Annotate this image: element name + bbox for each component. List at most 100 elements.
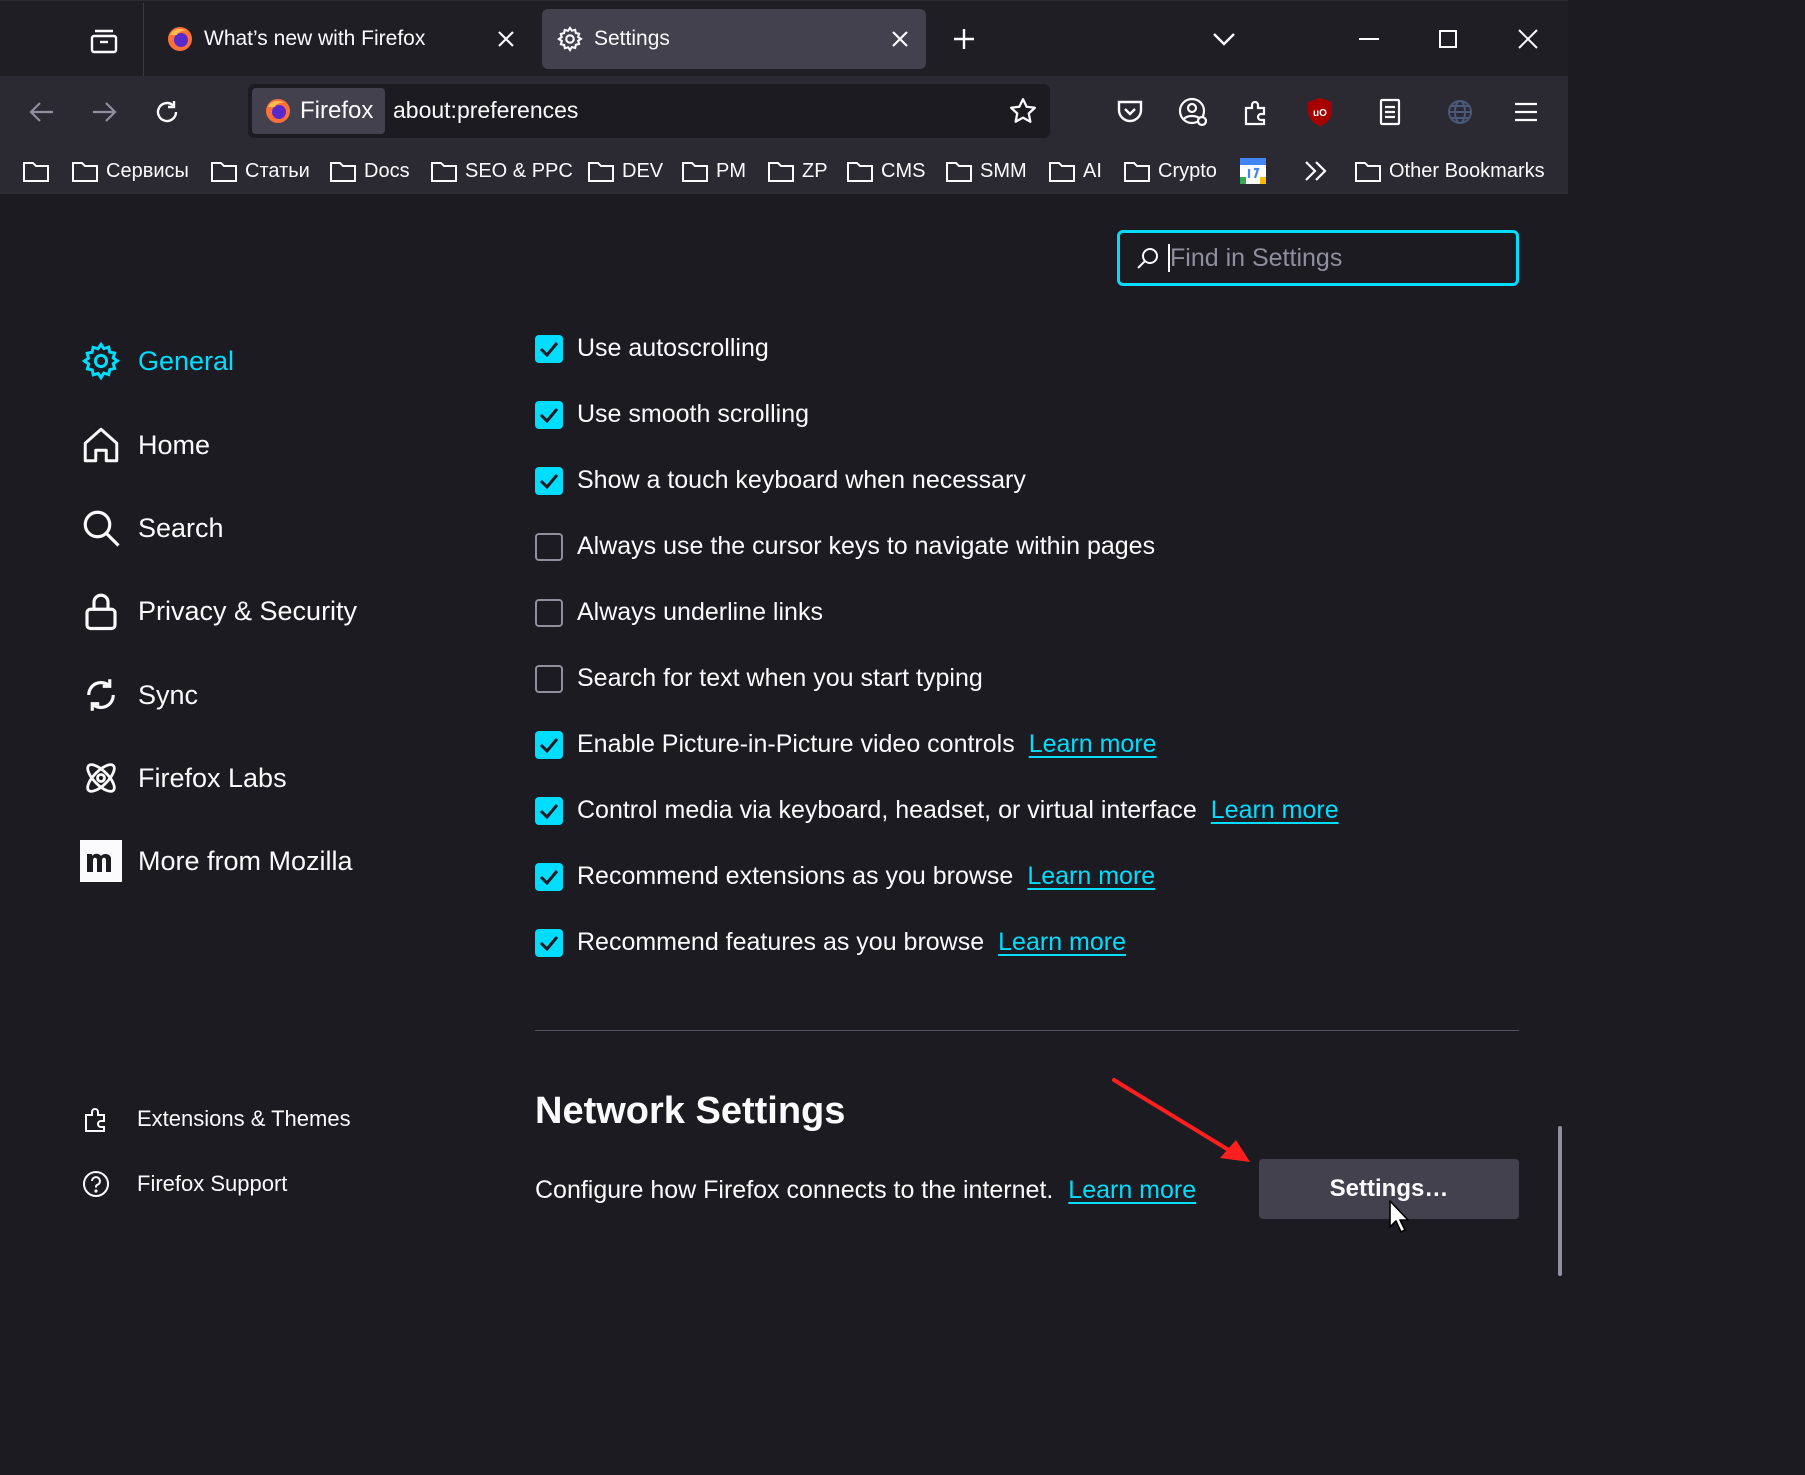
bookmark-star-button[interactable]: [1008, 96, 1038, 126]
bookmark-folder[interactable]: Crypto: [1123, 156, 1217, 186]
maximize-button[interactable]: [1428, 19, 1468, 59]
minimize-button[interactable]: [1349, 19, 1389, 59]
extensions-themes-link[interactable]: Extensions & Themes: [82, 1104, 351, 1134]
account-icon: [1178, 97, 1208, 127]
svg-text:uO: uO: [1313, 108, 1327, 119]
bookmark-folder[interactable]: Docs: [329, 156, 410, 186]
checkbox-checked[interactable]: [535, 796, 563, 825]
bookmark-folder[interactable]: PM: [681, 156, 746, 186]
option-recommend-extensions[interactable]: Recommend extensions as you browse Learn…: [535, 862, 1155, 891]
plus-icon: [954, 29, 974, 49]
firefox-view-button[interactable]: [86, 23, 122, 59]
minimize-icon: [1359, 38, 1379, 40]
bookmark-label: Crypto: [1158, 159, 1217, 182]
close-tab-button[interactable]: [888, 27, 912, 51]
forward-button[interactable]: [84, 92, 124, 132]
bookmark-folder[interactable]: Сервисы: [71, 156, 189, 186]
checkbox-checked[interactable]: [535, 862, 563, 891]
checkbox-checked[interactable]: [535, 730, 563, 759]
back-button[interactable]: [22, 92, 62, 132]
close-tab-button[interactable]: [494, 27, 518, 51]
ublock-origin-button[interactable]: uO: [1300, 92, 1340, 132]
translate-button[interactable]: [1440, 92, 1480, 132]
category-home[interactable]: Home: [80, 424, 210, 466]
pocket-button[interactable]: [1110, 92, 1150, 132]
learn-more-link[interactable]: Learn more: [1027, 862, 1155, 891]
category-sync[interactable]: Sync: [80, 674, 198, 716]
folder-icon: [1124, 162, 1150, 182]
option-picture-in-picture[interactable]: Enable Picture-in-Picture video controls…: [535, 730, 1157, 759]
bookmark-label: Docs: [364, 159, 410, 182]
option-underline-links[interactable]: Always underline links: [535, 598, 823, 627]
bookmark-folder[interactable]: [22, 156, 50, 186]
account-button[interactable]: [1173, 92, 1213, 132]
other-bookmarks-folder[interactable]: Other Bookmarks: [1354, 156, 1545, 186]
option-touch-keyboard[interactable]: Show a touch keyboard when necessary: [535, 466, 1026, 495]
folder-icon: [682, 162, 708, 182]
bookmark-folder[interactable]: ZP: [767, 156, 828, 186]
folder-icon: [768, 162, 794, 182]
option-recommend-features[interactable]: Recommend features as you browse Learn m…: [535, 928, 1126, 957]
labs-atom-icon: [86, 763, 116, 793]
checkbox-checked[interactable]: [535, 334, 563, 363]
learn-more-link[interactable]: Learn more: [1029, 730, 1157, 759]
checkbox-unchecked[interactable]: [535, 598, 563, 627]
option-smooth-scrolling[interactable]: Use smooth scrolling: [535, 400, 809, 429]
reload-button[interactable]: [147, 92, 187, 132]
checkbox-unchecked[interactable]: [535, 664, 563, 693]
folder-icon: [72, 162, 98, 182]
category-search[interactable]: Search: [80, 507, 224, 549]
firefox-logo-icon: [168, 27, 192, 51]
bookmark-folder[interactable]: SMM: [945, 156, 1027, 186]
option-cursor-keys[interactable]: Always use the cursor keys to navigate w…: [535, 532, 1155, 561]
learn-more-link[interactable]: Learn more: [1068, 1176, 1196, 1204]
checkbox-checked[interactable]: [535, 466, 563, 495]
learn-more-link[interactable]: Learn more: [998, 928, 1126, 957]
puzzle-icon: [1244, 100, 1266, 126]
option-media-keys[interactable]: Control media via keyboard, headset, or …: [535, 796, 1339, 825]
maximize-icon: [1439, 30, 1457, 48]
arrow-right-icon: [93, 102, 117, 122]
category-more-from-mozilla[interactable]: More from Mozilla: [80, 840, 353, 882]
scrollbar-thumb[interactable]: [1558, 1126, 1562, 1276]
category-label: Home: [138, 429, 211, 460]
option-autoscrolling[interactable]: Use autoscrolling: [535, 334, 769, 363]
list-all-tabs-button[interactable]: [1204, 19, 1244, 59]
category-label: Search: [138, 512, 224, 543]
new-tab-button[interactable]: [944, 19, 984, 59]
firefox-support-link[interactable]: Firefox Support: [82, 1170, 287, 1198]
checkbox-checked[interactable]: [535, 400, 563, 429]
bookmark-calendar[interactable]: [1239, 156, 1267, 186]
tab-settings[interactable]: Settings: [542, 9, 926, 69]
bookmark-label: Other Bookmarks: [1389, 159, 1545, 182]
category-label: More from Mozilla: [138, 845, 353, 876]
find-in-settings-input[interactable]: Find in Settings: [1117, 230, 1519, 286]
bookmark-folder[interactable]: SEO & PPC: [430, 156, 573, 186]
app-menu-button[interactable]: [1506, 92, 1546, 132]
identity-box[interactable]: Firefox: [252, 88, 386, 134]
tab-label: Settings: [594, 27, 670, 50]
category-privacy[interactable]: Privacy & Security: [80, 590, 357, 632]
bookmarks-overflow-button[interactable]: [1303, 156, 1329, 186]
bookmark-folder[interactable]: DEV: [587, 156, 663, 186]
extensions-button[interactable]: [1236, 92, 1276, 132]
reader-notes-button[interactable]: [1370, 92, 1410, 132]
bookmark-label: AI: [1083, 159, 1102, 182]
bookmark-folder[interactable]: AI: [1048, 156, 1102, 186]
category-firefox-labs[interactable]: Firefox Labs: [80, 757, 287, 799]
checkbox-unchecked[interactable]: [535, 532, 563, 561]
search-icon: [1137, 248, 1158, 269]
url-bar[interactable]: Firefox about:preferences: [248, 84, 1050, 138]
close-window-button[interactable]: [1508, 19, 1548, 59]
url-text[interactable]: about:preferences: [393, 97, 578, 124]
network-description-text: Configure how Firefox connects to the in…: [535, 1176, 1054, 1204]
checkmark-icon: [539, 407, 559, 423]
bookmark-folder[interactable]: CMS: [846, 156, 925, 186]
bookmark-folder[interactable]: Статьи: [210, 156, 310, 186]
option-search-typing[interactable]: Search for text when you start typing: [535, 664, 983, 693]
folder-icon: [431, 162, 457, 182]
tab-whats-new[interactable]: What’s new with Firefox: [152, 9, 532, 69]
learn-more-link[interactable]: Learn more: [1211, 796, 1339, 825]
checkbox-checked[interactable]: [535, 928, 563, 957]
category-general[interactable]: General: [80, 340, 234, 382]
